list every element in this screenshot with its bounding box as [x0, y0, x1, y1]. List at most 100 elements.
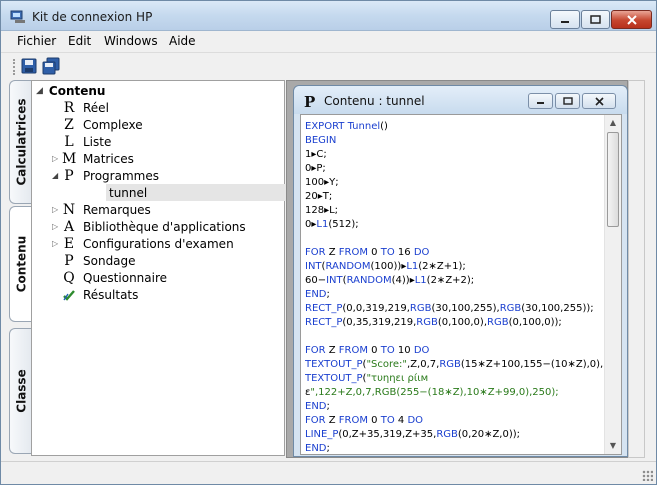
tree-item-resultats[interactable]: Résultats [62, 286, 138, 303]
tab-calculatrices-label: Calculatrices [14, 98, 29, 186]
code-text[interactable]: EXPORT Tunnel() BEGIN 1▸C; 0▸P; 100▸Y; 20▸T; 1… [305, 120, 605, 454]
tree-item-label: Remarques [83, 202, 151, 217]
editor-scrollbar[interactable]: ▲ ▼ [604, 115, 621, 454]
tree-item-liste[interactable]: L Liste [62, 133, 111, 150]
close-button[interactable] [611, 10, 652, 29]
maximize-button[interactable] [581, 10, 610, 29]
expand-right-icon[interactable]: ▷ [52, 222, 62, 231]
tree-item-reel[interactable]: R Réel [62, 99, 109, 116]
check-icon [63, 289, 75, 301]
tree-item-label: tunnel [109, 185, 148, 200]
matrix-icon: M [62, 150, 77, 167]
minimize-icon [537, 101, 544, 104]
code-line: 0▸L1(512); [305, 219, 359, 230]
minimize-button[interactable] [550, 10, 580, 29]
app-icon [10, 10, 25, 23]
code-line: INT(RANDOM(100))▸L1(2∗Z+1); [305, 261, 466, 272]
scroll-down-icon[interactable]: ▼ [605, 438, 621, 454]
tree-item-complexe[interactable]: Z Complexe [62, 116, 143, 133]
expand-right-icon[interactable]: ▷ [52, 239, 62, 248]
real-icon: R [63, 99, 75, 116]
close-icon [594, 96, 604, 106]
code-line: TEXTOUT_P("Score:",Z,0,7,RGB(15∗Z+100,15… [305, 359, 605, 370]
mdi-scrollbar[interactable] [628, 80, 645, 458]
toolbar-grip[interactable] [13, 59, 15, 75]
code-line: LINE_P(0,Z+35,319,Z+35,RGB(0,20∗Z,0)); [305, 429, 521, 440]
code-line: FOR Z FROM 0 TO 4 DO [305, 415, 424, 426]
code-line: 1▸C; [305, 149, 327, 160]
notes-icon: N [62, 201, 76, 218]
minimize-icon [561, 20, 569, 23]
app-library-icon: A [63, 218, 75, 235]
code-line: 60−INT(RANDOM(4))▸L1(2∗Z+2); [305, 275, 475, 286]
scroll-up-icon[interactable]: ▲ [605, 115, 621, 131]
close-icon [626, 14, 637, 25]
tree-item-label: Bibliothèque d'applications [83, 219, 246, 234]
tree-item-programmes[interactable]: ◢ P Programmes [52, 167, 159, 184]
menu-windows[interactable]: Windows [104, 34, 158, 48]
code-line: 0▸P; [305, 163, 326, 174]
tree-item-questionnaire[interactable]: Q Questionnaire [62, 269, 167, 286]
editor-close-button[interactable] [582, 93, 616, 109]
tree-item-label: Complexe [83, 117, 143, 132]
tree-item-label: Liste [83, 134, 112, 149]
editor-title: Contenu : tunnel [324, 94, 425, 108]
code-line: FOR Z FROM 0 TO 10 DO [305, 345, 430, 356]
toolbar [1, 52, 656, 78]
tree-item-label: Programmes [83, 168, 159, 183]
code-line: END; [305, 289, 330, 300]
tree-item-label: Configurations d'examen [83, 236, 234, 251]
maximize-icon [590, 15, 601, 24]
expand-down-icon[interactable]: ◢ [52, 171, 62, 180]
code-line: RECT_P(0,35,319,219,RGB(0,100,0),RGB(0,1… [305, 317, 562, 328]
save-all-icon[interactable] [42, 57, 60, 75]
tab-classe-label: Classe [14, 369, 29, 413]
menu-aide[interactable]: Aide [169, 34, 196, 48]
complex-icon: Z [64, 116, 74, 133]
maximize-icon [562, 97, 573, 105]
window-title: Kit de connexion HP [32, 10, 153, 24]
expand-right-icon[interactable]: ▷ [52, 154, 62, 163]
program-icon: P [64, 167, 74, 184]
side-tabs: Calculatrices Contenu Classe [1, 78, 33, 458]
editor-maximize-button[interactable] [555, 93, 580, 109]
tree-item-tunnel[interactable]: tunnel [106, 184, 286, 201]
title-bar[interactable]: Kit de connexion HP [1, 1, 656, 31]
code-line: TEXTOUT_P("τυηηει ρίιм [305, 373, 429, 384]
tab-contenu-label: Contenu [14, 235, 29, 293]
exam-config-icon: E [63, 235, 75, 252]
code-editor[interactable]: EXPORT Tunnel() BEGIN 1▸C; 0▸P; 100▸Y; 20▸T; 1… [300, 114, 622, 455]
quiz-icon: Q [63, 269, 75, 286]
tree-item-remarques[interactable]: ▷ N Remarques [52, 201, 151, 218]
save-icon[interactable] [20, 57, 38, 75]
expand-down-icon[interactable]: ◢ [36, 86, 43, 96]
tree-item-matrices[interactable]: ▷ M Matrices [52, 150, 134, 167]
tab-classe[interactable]: Classe [9, 328, 33, 454]
code-line: END; [305, 443, 330, 454]
expand-right-icon[interactable]: ▷ [52, 205, 62, 214]
code-line: FOR Z FROM 0 TO 16 DO [305, 247, 430, 258]
tree-item-label: Questionnaire [83, 270, 168, 285]
code-line: ε",122+Z,0,7,RGB(255−(18∗Z),10∗Z+99,0),2… [305, 387, 559, 398]
menu-bar: Fichier Edit Windows Aide [1, 31, 656, 51]
tree-item-bibliotheque[interactable]: ▷ A Bibliothèque d'applications [52, 218, 246, 235]
program-icon: P [304, 93, 316, 111]
tree-item-sondage[interactable]: P Sondage [62, 252, 136, 269]
scrollbar-thumb[interactable] [607, 132, 619, 227]
app-window: Kit de connexion HP Fichier Edit Windows… [0, 0, 657, 485]
editor-window: P Contenu : tunnel EXPORT Tunnel() BEGIN 1… [293, 85, 628, 457]
tab-contenu[interactable]: Contenu [9, 206, 33, 322]
menu-fichier[interactable]: Fichier [17, 34, 56, 48]
code-line: BEGIN [305, 135, 337, 146]
editor-title-bar[interactable]: P Contenu : tunnel [294, 86, 627, 114]
editor-minimize-button[interactable] [528, 93, 553, 109]
resize-grip[interactable] [642, 470, 653, 481]
status-bar [1, 461, 656, 484]
tree-item-configurations[interactable]: ▷ E Configurations d'examen [52, 235, 234, 252]
tab-calculatrices[interactable]: Calculatrices [9, 80, 33, 204]
tree-root[interactable]: ◢ Contenu [36, 82, 105, 99]
menu-edit[interactable]: Edit [68, 34, 91, 48]
tree-item-label: Sondage [83, 253, 136, 268]
code-line: 20▸T; [305, 191, 333, 202]
